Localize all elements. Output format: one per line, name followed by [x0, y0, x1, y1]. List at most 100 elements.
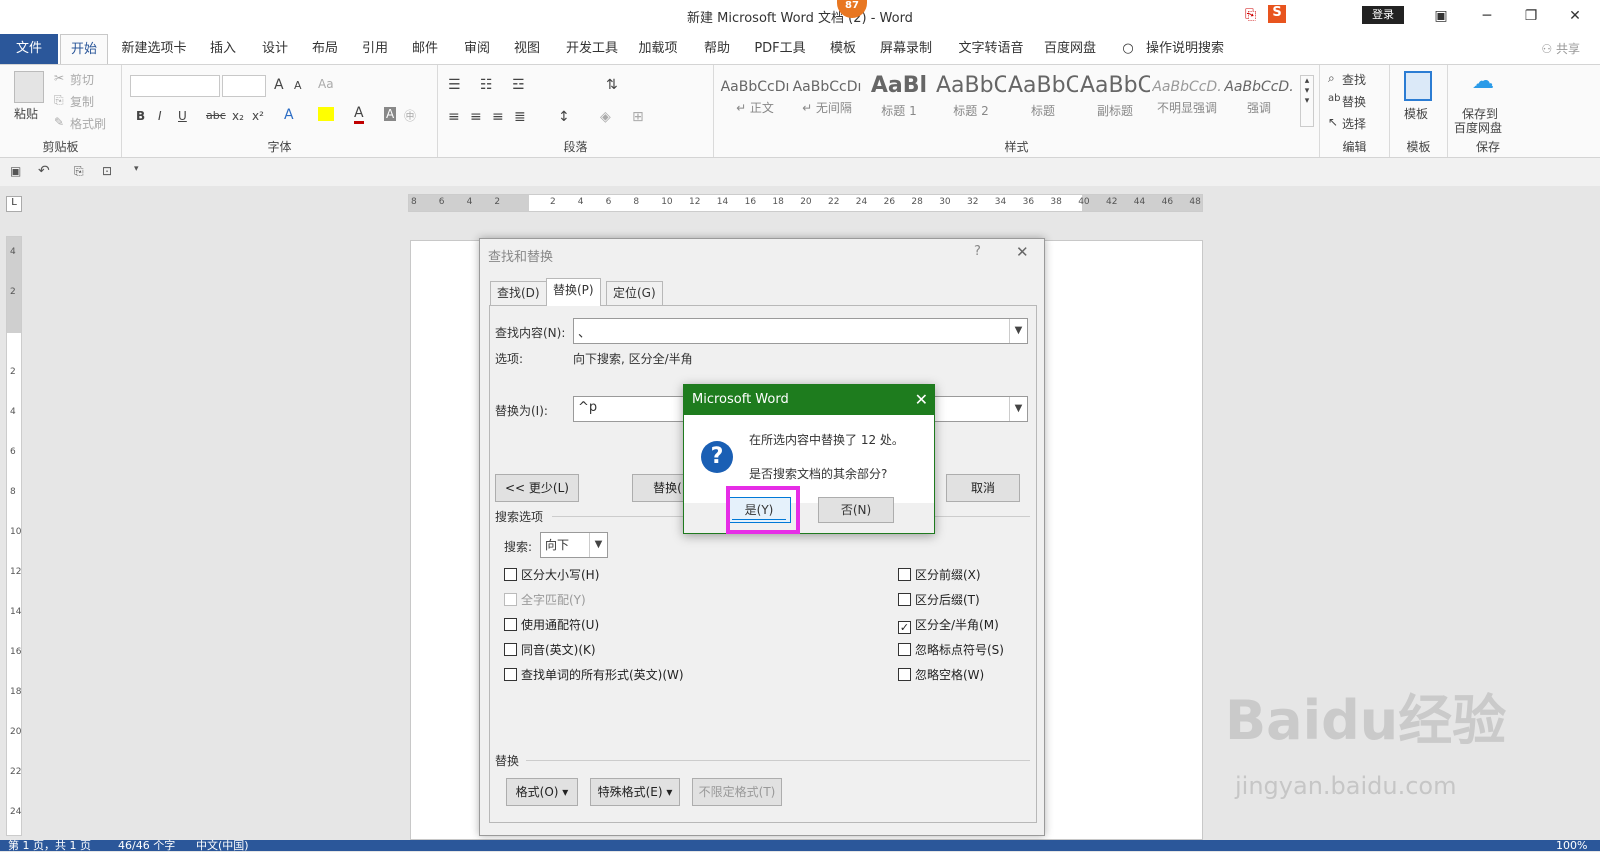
tab-pdf[interactable]: PDF工具: [748, 34, 812, 64]
checkbox-box[interactable]: [504, 618, 517, 631]
tab-layout[interactable]: 布局: [302, 34, 348, 64]
match-width-checkbox[interactable]: ✓ 区分全/半角(M): [898, 616, 999, 634]
borders-icon[interactable]: ⊞: [632, 109, 644, 125]
minimize-button[interactable]: ─: [1464, 4, 1510, 28]
tab-new[interactable]: 新建选项卡: [116, 34, 192, 64]
confirm-close-button[interactable]: ✕: [915, 385, 928, 415]
cancel-button[interactable]: 取消: [946, 474, 1020, 502]
scissors-icon[interactable]: ✂: [54, 71, 64, 85]
style-subtle-emphasis[interactable]: AaBbCcD. 不明显强调: [1152, 73, 1222, 127]
numbering-icon[interactable]: ☷: [480, 77, 493, 93]
replace-icon[interactable]: ab: [1328, 93, 1340, 104]
tab-replace[interactable]: 替换(P): [546, 278, 601, 306]
horizontal-ruler[interactable]: 8 6 4 2 2 4 6 8 10 12 14 16 18 20 22 24 26 28 30 32 34 36 38 40…: [408, 194, 1203, 212]
whole-word-checkbox[interactable]: 全字匹配(Y): [504, 591, 586, 608]
format-painter-button[interactable]: 格式刷: [70, 115, 106, 132]
template-button[interactable]: 模板: [1404, 105, 1428, 122]
char-shading-icon[interactable]: A: [384, 107, 397, 121]
match-case-checkbox[interactable]: 区分大小写(H): [504, 566, 599, 583]
checkbox-box[interactable]: [898, 643, 911, 656]
zoom-level[interactable]: 100%: [1556, 840, 1587, 851]
tab-goto[interactable]: 定位(G): [606, 281, 663, 305]
chevron-down-icon[interactable]: ▼: [1009, 397, 1027, 421]
ribbon-display-icon[interactable]: ▣: [1418, 4, 1464, 28]
align-center-icon[interactable]: ≡: [470, 109, 482, 125]
tab-view[interactable]: 视图: [504, 34, 550, 64]
style-heading1[interactable]: AaBl 标题 1: [864, 73, 934, 127]
save-icon[interactable]: ▣: [10, 164, 21, 178]
style-subtitle[interactable]: AaBbC 副标题: [1080, 73, 1150, 127]
select-button[interactable]: 选择: [1342, 115, 1366, 132]
match-suffix-checkbox[interactable]: 区分后缀(T): [898, 591, 980, 608]
style-heading2[interactable]: AaBbC 标题 2: [936, 73, 1006, 127]
italic-button[interactable]: I: [158, 109, 162, 123]
baidu-disk-label[interactable]: 百度网盘: [1454, 119, 1502, 136]
tab-template[interactable]: 模板: [820, 34, 866, 64]
sogou-icon[interactable]: S: [1268, 5, 1286, 23]
word-forms-checkbox[interactable]: 查找单词的所有形式(英文)(W): [504, 666, 684, 683]
paste-icon[interactable]: [14, 71, 44, 103]
wildcards-checkbox[interactable]: 使用通配符(U): [504, 616, 599, 633]
sort-icon[interactable]: ⇅: [606, 77, 618, 93]
find-icon[interactable]: ⌕: [1328, 71, 1335, 86]
template-icon[interactable]: [1404, 71, 1432, 101]
tab-tts[interactable]: 文字转语音: [948, 34, 1034, 64]
tab-references[interactable]: 引用: [352, 34, 398, 64]
font-size-combo[interactable]: [222, 75, 266, 97]
less-button[interactable]: << 更少(L): [495, 474, 579, 502]
pdf-icon[interactable]: ⎘: [1245, 7, 1256, 23]
no-button[interactable]: 否(N): [818, 497, 894, 523]
copy-button[interactable]: 复制: [70, 93, 94, 110]
text-effects-icon[interactable]: A: [284, 107, 294, 123]
language[interactable]: 中文(中国): [196, 840, 249, 851]
font-name-combo[interactable]: [130, 75, 220, 97]
tab-screen-record[interactable]: 屏幕录制: [874, 34, 938, 64]
align-right-icon[interactable]: ≡: [492, 109, 504, 125]
shading-icon[interactable]: ◈: [600, 109, 611, 125]
tab-home[interactable]: 开始: [60, 34, 108, 64]
underline-button[interactable]: U: [178, 109, 187, 123]
tab-file[interactable]: 文件: [0, 34, 58, 64]
tab-addins[interactable]: 加载项: [632, 34, 684, 64]
checkbox-box[interactable]: [504, 593, 517, 606]
tab-selector[interactable]: L: [6, 196, 22, 212]
baidu-cloud-icon[interactable]: ☁: [1472, 69, 1494, 94]
tab-insert[interactable]: 插入: [200, 34, 246, 64]
line-spacing-icon[interactable]: ↕: [558, 109, 570, 125]
restore-button[interactable]: ❐: [1508, 4, 1554, 28]
checkbox-box[interactable]: [504, 643, 517, 656]
ignore-space-checkbox[interactable]: 忽略空格(W): [898, 666, 984, 683]
strikethrough-button[interactable]: abc: [206, 109, 226, 122]
bullets-icon[interactable]: ☰: [448, 77, 461, 93]
select-icon[interactable]: ↖: [1328, 115, 1338, 129]
tab-design[interactable]: 设计: [252, 34, 298, 64]
align-left-icon[interactable]: ≡: [448, 109, 460, 125]
login-button[interactable]: 登录: [1362, 6, 1404, 24]
highlight-icon[interactable]: [318, 107, 334, 121]
word-count[interactable]: 46/46 个字: [118, 840, 175, 851]
format-button[interactable]: 格式(O) ▾: [506, 778, 578, 806]
redo-icon[interactable]: ⎘: [74, 164, 84, 179]
checkbox-box[interactable]: [898, 593, 911, 606]
tab-review[interactable]: 审阅: [454, 34, 500, 64]
tab-help[interactable]: 帮助: [694, 34, 740, 64]
copy-icon[interactable]: ⎘: [54, 93, 64, 108]
multilevel-list-icon[interactable]: ☲: [512, 77, 525, 93]
match-prefix-checkbox[interactable]: 区分前缀(X): [898, 566, 981, 583]
no-formatting-button[interactable]: 不限定格式(T): [692, 778, 782, 806]
page-count[interactable]: 第 1 页，共 1 页: [8, 840, 91, 851]
styles-scroll[interactable]: ▴ ▾ ▾: [1300, 75, 1314, 127]
special-button[interactable]: 特殊格式(E) ▾: [590, 778, 680, 806]
checkbox-box[interactable]: [504, 668, 517, 681]
touch-mode-icon[interactable]: ⊡: [102, 164, 112, 178]
superscript-button[interactable]: x²: [252, 109, 264, 123]
justify-icon[interactable]: ≣: [514, 109, 526, 125]
grow-font-button[interactable]: A: [274, 77, 284, 93]
font-color-icon[interactable]: A: [354, 105, 364, 124]
undo-icon[interactable]: ↶: [38, 163, 50, 179]
brush-icon[interactable]: ✎: [54, 115, 64, 129]
enclose-char-icon[interactable]: ㊥: [404, 107, 416, 124]
checkbox-box[interactable]: [504, 568, 517, 581]
tab-developer[interactable]: 开发工具: [560, 34, 624, 64]
sounds-like-checkbox[interactable]: 同音(英文)(K): [504, 641, 596, 658]
